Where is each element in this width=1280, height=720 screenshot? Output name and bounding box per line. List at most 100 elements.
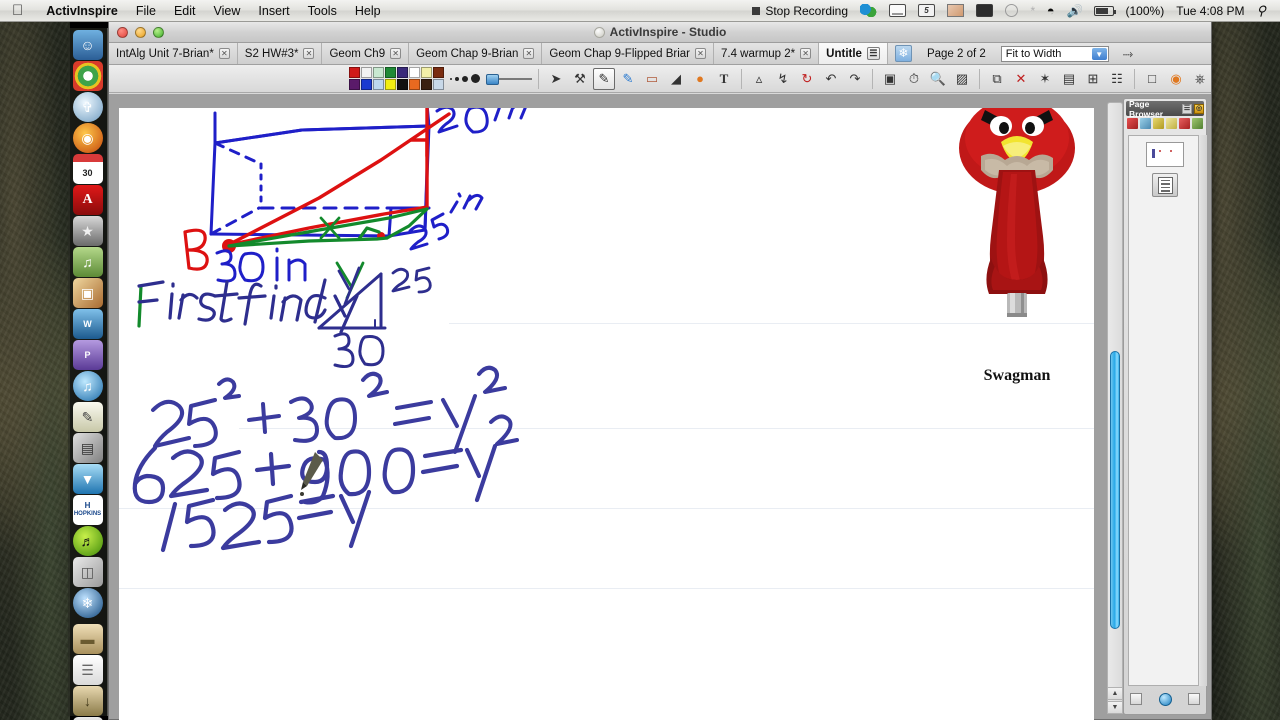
acrobat-icon[interactable]: A — [72, 185, 103, 215]
menubar-clock[interactable]: Tue 4:08 PM — [1170, 0, 1250, 22]
activinspire-icon[interactable]: ❄ — [894, 45, 912, 62]
bluetooth-icon[interactable]: * — [1024, 0, 1041, 22]
browser-button[interactable]: ◉ — [1165, 68, 1187, 90]
five-menu-icon[interactable]: 5 — [912, 4, 941, 17]
display-menu-icon[interactable] — [883, 4, 912, 17]
scroll-down-arrow[interactable]: ▼ — [1107, 701, 1123, 714]
media-button[interactable]: ▨ — [951, 68, 973, 90]
window-titlebar[interactable]: ActivInspire - Studio — [109, 22, 1211, 43]
desktop-button[interactable]: ⎈ — [1189, 68, 1211, 90]
calendar-icon[interactable]: 30 — [72, 154, 103, 184]
grid-view-icon[interactable] — [1130, 693, 1142, 705]
tab-close-icon[interactable]: ✕ — [218, 48, 230, 59]
fill-tool[interactable]: ◢ — [665, 68, 687, 90]
downloads-icon[interactable]: ↓ — [72, 686, 103, 716]
tab-74-warmup-2[interactable]: 7.4 warmup 2* ✕ — [714, 43, 820, 64]
itunes-icon[interactable]: ♫ — [72, 371, 103, 401]
tab-untitled[interactable]: Untitle ☰ — [819, 43, 888, 64]
folder-icon[interactable]: ▬ — [72, 624, 103, 654]
calculator-button[interactable]: ⊞ — [1082, 68, 1104, 90]
chevron-down-icon[interactable]: ▼ — [1091, 47, 1107, 60]
new-page-icon[interactable] — [1127, 117, 1138, 129]
tab-close-icon[interactable]: ✕ — [390, 48, 402, 59]
clear-page-button[interactable]: ↻ — [796, 68, 818, 90]
camera-button[interactable]: ▣ — [879, 68, 901, 90]
scroll-up-arrow[interactable]: ▲ — [1107, 687, 1123, 700]
screen-menu-icon[interactable] — [970, 4, 999, 17]
delete-button[interactable]: ✕ — [1010, 68, 1032, 90]
dropbox-dock-icon[interactable]: ▼ — [72, 464, 103, 494]
flipchart-page[interactable]: Swagman — [119, 108, 1094, 720]
copy-icon[interactable] — [1153, 117, 1164, 129]
chrome-icon[interactable] — [72, 61, 103, 91]
page-browser-titlebar[interactable]: Page Browser ☰ ◎ — [1126, 99, 1204, 119]
canvas-vertical-scroll-thumb[interactable] — [1110, 351, 1120, 629]
minimize-icon[interactable]: ☰ — [1182, 103, 1192, 114]
tab-close-icon[interactable]: ✕ — [303, 48, 315, 59]
finder-icon[interactable]: ☺ — [72, 30, 103, 60]
menu-file[interactable]: File — [127, 0, 165, 22]
app-icon[interactable]: ◫ — [72, 557, 103, 587]
swatch[interactable] — [385, 67, 396, 78]
swatch[interactable] — [397, 67, 408, 78]
swatch[interactable] — [409, 79, 420, 90]
swatch[interactable] — [421, 79, 432, 90]
firefox-icon[interactable]: ◉ — [72, 123, 103, 153]
tab-close-icon[interactable]: ✕ — [523, 48, 535, 59]
delete-page-icon[interactable] — [1179, 117, 1190, 129]
magnifier-button[interactable]: 🔍 — [927, 68, 949, 90]
iphoto-icon[interactable]: ▣ — [72, 278, 103, 308]
tab-close-icon[interactable]: ✕ — [695, 48, 706, 59]
apple-logo-icon[interactable]:  — [12, 3, 23, 18]
swatch[interactable] — [397, 79, 408, 90]
battery-icon[interactable] — [1088, 5, 1120, 16]
swatch[interactable] — [373, 67, 384, 78]
tab-geom-ch9[interactable]: Geom Ch9 ✕ — [322, 43, 410, 64]
powerpoint-icon[interactable]: P — [72, 340, 103, 370]
menu-insert[interactable]: Insert — [249, 0, 298, 22]
grid-button[interactable]: ☷ — [1106, 68, 1128, 90]
pen-tool[interactable]: ✎ — [593, 67, 615, 90]
spotify-icon[interactable]: ♬ — [72, 526, 103, 556]
properties-icon[interactable] — [1192, 117, 1203, 129]
tab-close-icon[interactable]: ✕ — [800, 48, 812, 59]
notes-button[interactable]: □ — [1141, 68, 1163, 90]
wifi-icon[interactable]: ◓ — [1041, 0, 1061, 22]
swatch[interactable] — [361, 79, 372, 90]
zoom-select[interactable]: Fit to Width ▼ — [1000, 45, 1109, 62]
garageband-icon[interactable]: ♫ — [72, 247, 103, 277]
canvas-vertical-scrollbar[interactable] — [1107, 102, 1123, 713]
menu-view[interactable]: View — [205, 0, 250, 22]
volume-icon[interactable]: 🔊 — [1061, 0, 1088, 22]
grid-view-icon-2[interactable] — [1188, 693, 1200, 705]
connector-tool[interactable]: ↯ — [772, 68, 794, 90]
tools-icon[interactable]: ⚒ — [569, 68, 591, 90]
tab-s2-hw3[interactable]: S2 HW#3* ✕ — [237, 43, 323, 64]
undo-button[interactable]: ↶ — [820, 68, 842, 90]
page-browser-thumbnail-list[interactable] — [1128, 135, 1202, 686]
text-tool[interactable]: T — [713, 68, 735, 90]
stop-recording-status[interactable]: Stop Recording — [746, 0, 854, 22]
hopkins-icon[interactable]: H HOPKINS — [72, 495, 103, 525]
swatch[interactable] — [385, 79, 396, 90]
clock-button[interactable]: ⏱ — [903, 68, 925, 90]
duplicate-page-icon[interactable] — [1140, 117, 1151, 129]
menu-app-name[interactable]: ActivInspire — [37, 0, 127, 22]
imovie-icon[interactable]: ★ — [72, 216, 103, 246]
swatch[interactable] — [421, 67, 432, 78]
tab-geom-chap-9-flipped-briar[interactable]: Geom Chap 9-Flipped Briar ✕ — [542, 43, 714, 64]
collapse-icon[interactable]: ⤑ — [1123, 46, 1133, 62]
pen-width-slider[interactable] — [486, 73, 532, 85]
swatch[interactable] — [373, 79, 384, 90]
spotlight-search-icon[interactable]: ⚲ — [1250, 0, 1272, 22]
swatch[interactable] — [349, 67, 360, 78]
page-thumbnail-1[interactable] — [1146, 142, 1184, 167]
browser-selector-icon[interactable] — [1158, 692, 1172, 706]
pin-icon[interactable]: ◎ — [1194, 103, 1204, 114]
paste-icon[interactable] — [1166, 117, 1177, 129]
activinspire-dock-icon[interactable]: ❄ — [72, 588, 103, 618]
magic-ink-button[interactable]: ✶ — [1034, 68, 1056, 90]
swatch[interactable] — [433, 79, 444, 90]
page-list-icon[interactable]: ☰ — [866, 47, 880, 60]
menu-tools[interactable]: Tools — [299, 0, 346, 22]
